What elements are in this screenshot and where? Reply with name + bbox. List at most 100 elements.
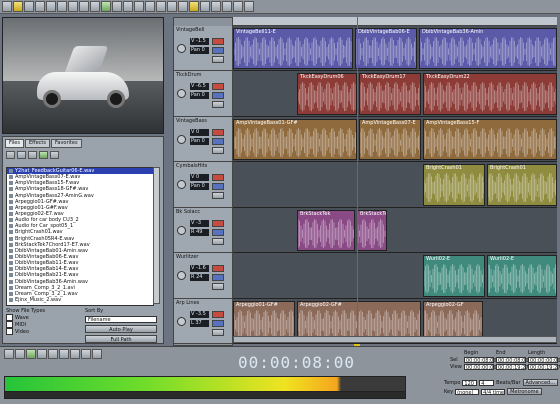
auto-play-button[interactable]: Auto Play (85, 325, 157, 333)
track-volume[interactable]: V -3.5 (190, 310, 209, 318)
meter-select[interactable]: 4/4 time (481, 388, 506, 396)
solo-button[interactable] (212, 192, 224, 200)
solo-button[interactable] (212, 237, 224, 245)
pause-icon[interactable] (37, 349, 47, 359)
timeline-lane[interactable] (233, 207, 557, 254)
track-pan[interactable]: Pan 0 (190, 183, 209, 191)
track-name[interactable]: TkckDrum (174, 71, 232, 79)
beats-field[interactable]: 4 (479, 379, 495, 387)
track-name[interactable]: Bk Solacc (174, 208, 232, 216)
mute-button[interactable] (212, 319, 224, 327)
track-knob[interactable] (177, 316, 186, 326)
mixer-icon[interactable] (222, 1, 232, 12)
track-volume[interactable]: V -6.5 (190, 83, 209, 91)
track-header[interactable]: TkckDrum V -6.5 Pan 0 (174, 71, 232, 117)
sort-by-select[interactable]: Filename (85, 316, 157, 323)
view-length-field[interactable]: 00:00:19:27 (528, 363, 560, 371)
new-icon[interactable] (2, 1, 12, 12)
track-knob[interactable] (177, 44, 186, 53)
track-volume[interactable]: V -3 (190, 219, 209, 227)
file-list-item[interactable]: Ejinx_Music_2.wav (7, 297, 153, 303)
select-tool-icon[interactable] (112, 1, 122, 12)
audio-clip[interactable]: AmpVintageBass15-F (423, 118, 557, 161)
solo-button[interactable] (212, 101, 224, 109)
track-pan[interactable]: Pan 0 (190, 92, 209, 100)
type-wave-checkbox[interactable]: Wave (6, 314, 45, 321)
audio-clip[interactable]: BrkStackTek (297, 209, 355, 252)
rewind-icon[interactable] (59, 349, 69, 359)
track-name[interactable]: VintageBell (174, 26, 232, 34)
tempo-field[interactable]: 120 (462, 379, 478, 387)
sel-length-field[interactable]: 00:00:00:00 (528, 356, 560, 364)
track-header[interactable]: Wurlitzer V -1.6 R 24 (174, 253, 232, 299)
play-icon[interactable] (26, 349, 36, 359)
paste-icon[interactable] (68, 1, 78, 12)
up-folder-icon[interactable] (6, 151, 15, 159)
advanced-button[interactable]: Advanced... (522, 379, 558, 386)
loop-icon[interactable] (156, 1, 166, 12)
type-midi-checkbox[interactable]: MIDI (6, 321, 45, 328)
tab-files[interactable]: Files (5, 139, 24, 148)
mute-button[interactable] (212, 274, 224, 282)
mute-button[interactable] (212, 47, 224, 54)
mute-button[interactable] (212, 228, 224, 236)
sel-begin-field[interactable]: 00:00:08:00 (464, 356, 497, 364)
save-icon[interactable] (24, 1, 34, 12)
timeline-ruler[interactable] (233, 17, 557, 26)
file-list[interactable]: Y2hat_FeedbackGuitar06-E.wav AmpVintageBa… (6, 167, 154, 306)
track-volume[interactable]: V -1.6 (190, 265, 209, 273)
copy-icon[interactable] (57, 1, 67, 12)
file-list-scrollbar[interactable] (153, 167, 160, 304)
redo-icon[interactable] (90, 1, 100, 12)
track-pan[interactable]: R 24 (190, 274, 209, 282)
track-knob[interactable] (177, 134, 186, 144)
track-knob[interactable] (177, 225, 186, 235)
record-arm-button[interactable] (212, 83, 224, 91)
audio-clip[interactable]: Wurli02-E (487, 255, 557, 297)
properties-icon[interactable] (233, 1, 243, 12)
audio-clip[interactable]: BrkStackTek (357, 209, 387, 252)
mute-button[interactable] (212, 92, 224, 100)
undo-icon[interactable] (79, 1, 89, 12)
timeline-scrollbar[interactable] (233, 336, 557, 343)
view-begin-field[interactable]: 00:00:00:00 (464, 363, 497, 371)
track-pan[interactable]: R 49 (190, 228, 209, 236)
track-pan[interactable]: Pan 0 (190, 47, 209, 54)
record-arm-button[interactable] (212, 128, 224, 136)
fast-forward-icon[interactable] (70, 349, 80, 359)
tab-effects[interactable]: Effects (24, 139, 50, 148)
track-header[interactable]: VintageBell V -1.5 Pan 0 (174, 26, 232, 72)
record-arm-button[interactable] (212, 219, 224, 227)
split-icon[interactable] (167, 1, 177, 12)
fx-icon[interactable] (211, 1, 221, 12)
record-arm-button[interactable] (212, 174, 224, 182)
draw-tool-icon[interactable] (101, 1, 111, 12)
audio-clip[interactable]: DbibVintageBab06-E (355, 28, 417, 70)
mute-button[interactable] (212, 183, 224, 191)
track-knob[interactable] (177, 180, 186, 190)
track-header[interactable]: VintageBass V 0 Pan 0 (174, 116, 232, 163)
mute-button[interactable] (212, 137, 224, 145)
key-select[interactable]: (none) (455, 388, 480, 396)
view-end-field[interactable]: 00:00:19:27 (496, 363, 529, 371)
track-name[interactable]: Wurlitzer (174, 253, 232, 261)
tab-favorites[interactable]: Favorites (50, 139, 82, 148)
playhead[interactable] (357, 17, 358, 343)
zoom-tool-icon[interactable] (134, 1, 144, 12)
audio-clip[interactable]: BrightCrash01 (423, 164, 485, 206)
track-name[interactable]: CymbalsHits (174, 162, 232, 170)
marker-icon[interactable] (189, 1, 199, 12)
solo-button[interactable] (212, 328, 224, 336)
audio-clip[interactable]: DbibVintageBab36-Amin (419, 28, 557, 70)
track-volume[interactable]: V 0 (190, 174, 209, 182)
audio-clip[interactable]: BrightCrash01 (487, 164, 557, 206)
play-preview-icon[interactable] (39, 151, 48, 159)
audio-clip[interactable]: Wurli02-E (423, 255, 485, 297)
audio-clip[interactable]: TkckEasyDrum17 (359, 73, 421, 115)
solo-button[interactable] (212, 56, 224, 63)
track-pan[interactable]: L 37 (190, 319, 209, 327)
track-volume[interactable]: V 0 (190, 128, 209, 136)
track-knob[interactable] (177, 271, 186, 281)
track-knob[interactable] (177, 89, 186, 99)
snap-icon[interactable] (145, 1, 155, 12)
